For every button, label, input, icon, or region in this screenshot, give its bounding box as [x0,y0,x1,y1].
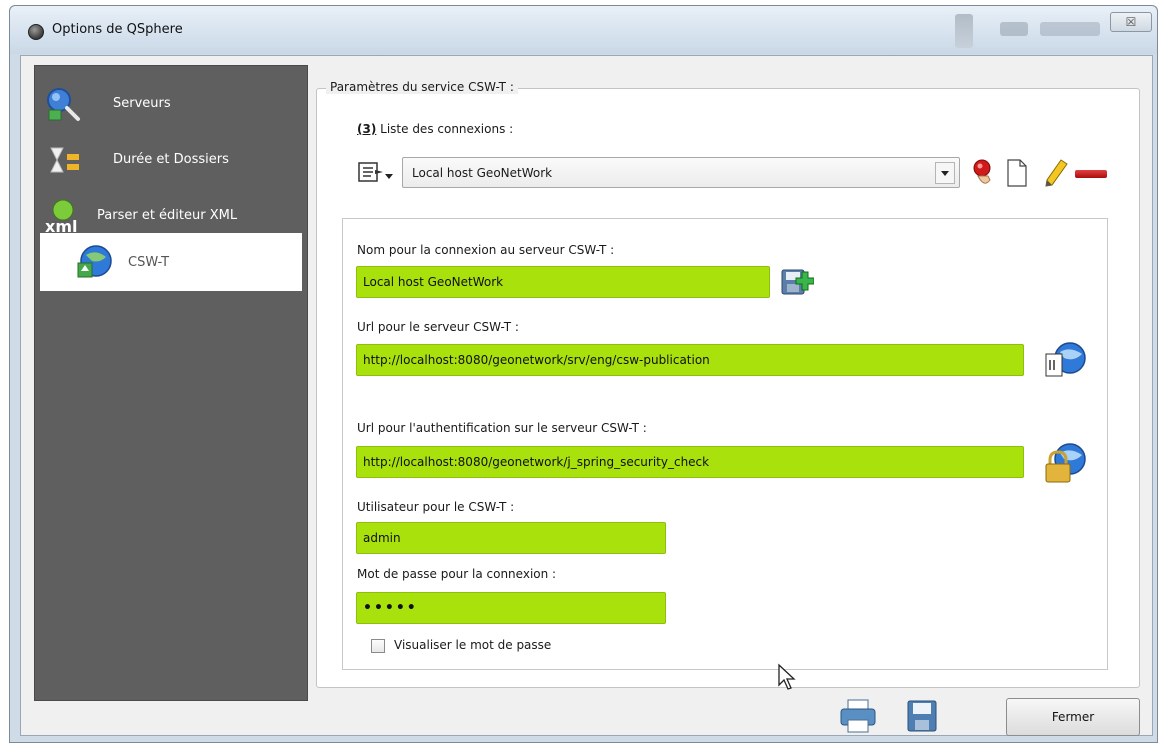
globe-upload-icon [77,245,112,278]
sidebar-item-label: Durée et Dossiers [113,152,229,167]
printer-icon[interactable] [838,698,878,734]
globe-document-icon[interactable] [1042,340,1088,380]
xml-icon: xml [45,199,77,234]
window-title: Options de QSphere [52,22,183,37]
connections-list-text: Liste des connexions : [376,122,514,136]
chevron-down-icon [941,171,949,176]
sidebar-item-duree[interactable]: Durée et Dossiers [35,132,307,188]
save-floppy-icon[interactable] [906,698,938,734]
sidebar-item-label: Serveurs [113,96,171,111]
connection-name-field[interactable]: Local host GeoNetWork [356,266,770,298]
auth-url-field[interactable]: http://localhost:8080/geonetwork/j_sprin… [356,446,1024,478]
connection-count: (3) [357,122,377,136]
background-window-blur [955,14,973,48]
remove-icon[interactable] [1075,170,1107,178]
name-label: Nom pour la connexion au serveur CSW-T : [357,243,615,257]
close-dialog-button[interactable]: Fermer [1006,698,1140,736]
password-field[interactable]: ••••• [356,592,666,624]
app-icon [28,24,44,40]
save-add-icon[interactable] [780,266,814,298]
show-password-checkbox[interactable] [371,639,385,653]
sidebar-item-label: CSW-T [128,255,170,270]
connect-pin-icon[interactable] [970,158,996,188]
search-globe-icon [47,88,80,121]
group-title: Paramètres du service CSW-T : [326,80,518,94]
hourglass-folder-icon [50,147,79,173]
options-sidebar: Serveurs Durée et Dossiers xml Parser et… [34,65,308,701]
sidebar-item-csw-t[interactable]: CSW-T [40,233,302,291]
close-window-button[interactable]: ☒ [1110,12,1152,32]
server-url-field[interactable]: http://localhost:8080/geonetwork/srv/eng… [356,344,1024,376]
auth-url-label: Url pour l'authentification sur le serve… [357,421,647,435]
list-menu-icon[interactable] [357,160,395,184]
globe-lock-icon[interactable] [1042,442,1088,484]
svg-text:xml: xml [45,217,77,234]
new-document-icon[interactable] [1005,158,1029,188]
pencil-icon[interactable] [1043,158,1069,188]
sidebar-item-serveurs[interactable]: Serveurs [35,76,307,132]
mouse-cursor-icon [778,663,796,690]
background-window-blur [1000,22,1028,36]
show-password-label: Visualiser le mot de passe [394,638,552,652]
connection-select-value: Local host GeoNetWork [412,166,553,180]
password-label: Mot de passe pour la connexion : [357,567,557,581]
sidebar-item-label: Parser et éditeur XML [97,208,238,223]
user-label: Utilisateur pour le CSW-T : [357,500,515,514]
connections-list-label: (3) Liste des connexions : [357,122,513,136]
url-label: Url pour le serveur CSW-T : [357,320,519,334]
background-window-blur [1040,22,1100,36]
user-field[interactable]: admin [356,522,666,554]
